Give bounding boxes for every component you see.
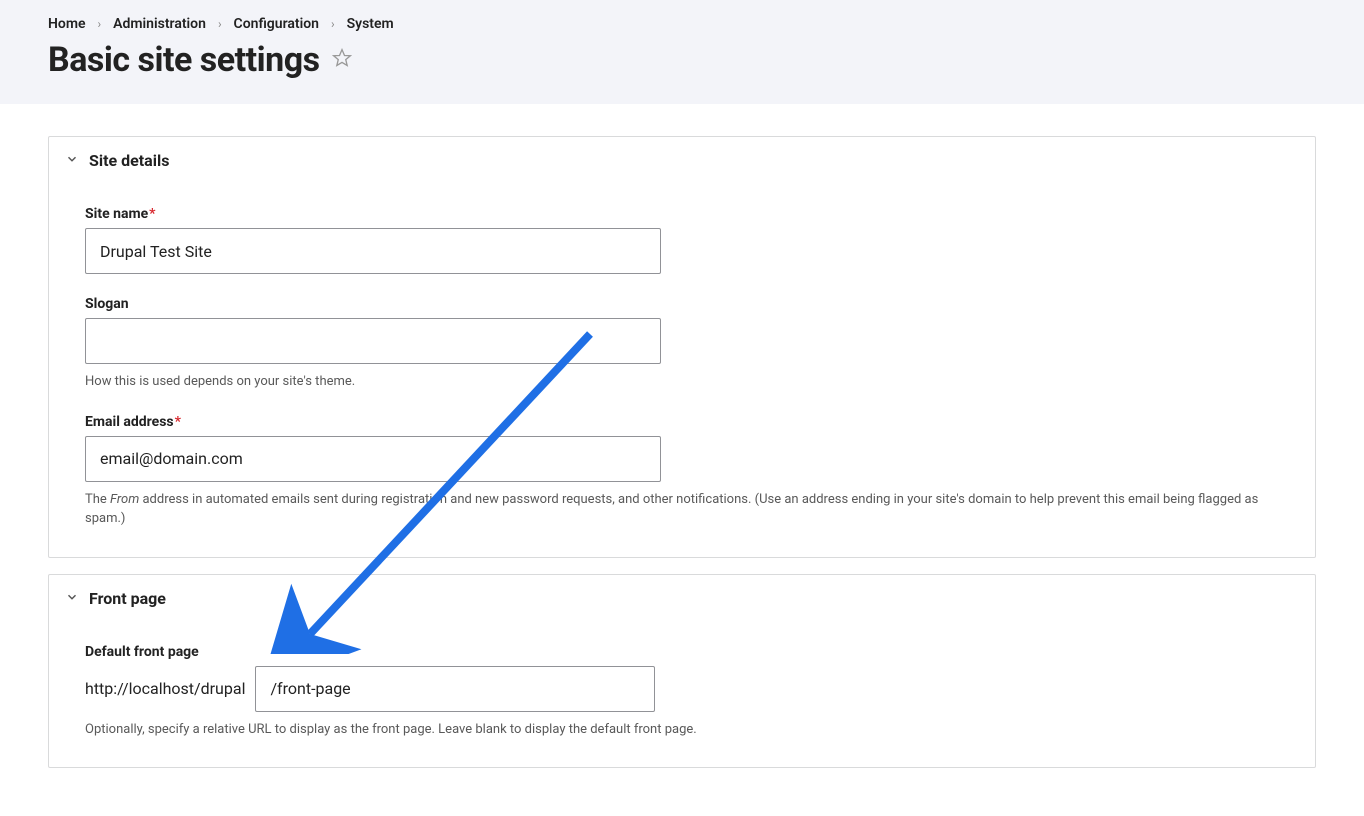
breadcrumb-configuration[interactable]: Configuration: [234, 16, 319, 32]
slogan-input[interactable]: [85, 318, 661, 364]
panel-front-page: Front page Default front page http://loc…: [48, 574, 1316, 769]
default-front-page-input[interactable]: [255, 666, 655, 712]
breadcrumb-administration[interactable]: Administration: [113, 16, 206, 32]
required-mark: *: [175, 414, 181, 430]
breadcrumb: Home › Administration › Configuration › …: [48, 16, 1316, 32]
panel-heading-site-details[interactable]: Site details: [49, 137, 1315, 178]
chevron-right-icon: ›: [331, 17, 335, 31]
breadcrumb-system[interactable]: System: [347, 16, 394, 32]
chevron-down-icon: [65, 151, 79, 170]
site-name-label: Site name*: [85, 206, 1279, 222]
panel-title: Site details: [89, 151, 169, 170]
chevron-down-icon: [65, 589, 79, 608]
panel-site-details: Site details Site name* Slogan How this …: [48, 136, 1316, 558]
slogan-description: How this is used depends on your site's …: [85, 372, 1279, 392]
required-mark: *: [149, 206, 155, 222]
email-label: Email address*: [85, 414, 1279, 430]
site-name-input[interactable]: [85, 228, 661, 274]
chevron-right-icon: ›: [218, 17, 222, 31]
breadcrumb-home[interactable]: Home: [48, 16, 86, 32]
star-icon[interactable]: [332, 48, 352, 72]
front-page-description: Optionally, specify a relative URL to di…: [85, 720, 1279, 740]
panel-title: Front page: [89, 589, 166, 608]
email-input[interactable]: [85, 436, 661, 482]
front-page-url-prefix: http://localhost/drupal: [85, 679, 245, 698]
chevron-right-icon: ›: [98, 17, 102, 31]
slogan-label: Slogan: [85, 296, 1279, 312]
page-title: Basic site settings: [48, 40, 320, 80]
panel-heading-front-page[interactable]: Front page: [49, 575, 1315, 616]
email-description: The From address in automated emails sen…: [85, 490, 1279, 529]
default-front-page-label: Default front page: [85, 644, 1279, 660]
